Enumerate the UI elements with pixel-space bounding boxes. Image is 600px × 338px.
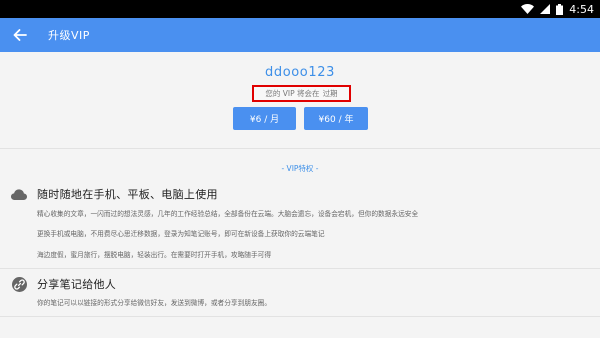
cloud-icon	[11, 186, 27, 202]
arrow-left-icon	[13, 26, 27, 45]
link-icon	[11, 276, 27, 292]
main-content: ddooo123 您的 VIP 将会在 过期 ¥6 / 月 ¥60 / 年 - …	[0, 52, 600, 338]
feature-title: 随时随地在手机、平板、电脑上使用	[37, 188, 218, 201]
page-title: 升级VIP	[48, 29, 90, 42]
feature-description: 精心收集的文章，一闪而过的想法灵感，几年的工作经验总结，全部备份在云端。大脑会遗…	[37, 210, 419, 218]
section-divider	[0, 148, 600, 149]
feature-description: 更换手机或电脑，不用费尽心思迁移数据，登录为知笔记账号，即可在新设备上获取你的云…	[37, 230, 325, 238]
vip-privileges-title: - VIP特权 -	[281, 164, 319, 173]
feature-title: 分享笔记给他人	[37, 278, 117, 291]
status-bar: 4:54	[0, 0, 600, 18]
yearly-plan-button[interactable]: ¥60 / 年	[304, 107, 368, 130]
section-divider	[0, 268, 600, 269]
vip-expire-prefix: 您的 VIP 将会在	[265, 89, 320, 98]
monthly-plan-button[interactable]: ¥6 / 月	[233, 107, 296, 130]
signal-icon	[540, 4, 551, 14]
feature-description: 你的笔记可以以链接的形式分享给微信好友，发送到微博，或者分享到朋友圈。	[37, 299, 272, 307]
feature-description: 海边度假，蜜月旅行，摆脱电脑，轻装出行。在需要时打开手机，攻略随手可得	[37, 251, 272, 259]
app-bar: 升级VIP	[0, 18, 600, 52]
battery-icon	[556, 3, 564, 15]
vip-expire-notice: 您的 VIP 将会在 过期	[252, 85, 351, 102]
vip-expire-suffix: 过期	[322, 89, 338, 98]
clock-text: 4:54	[569, 2, 594, 16]
section-divider	[0, 316, 600, 317]
wifi-icon	[521, 4, 535, 14]
status-icons: 4:54	[521, 0, 594, 18]
back-button[interactable]	[2, 18, 38, 52]
username: ddooo123	[265, 65, 335, 80]
